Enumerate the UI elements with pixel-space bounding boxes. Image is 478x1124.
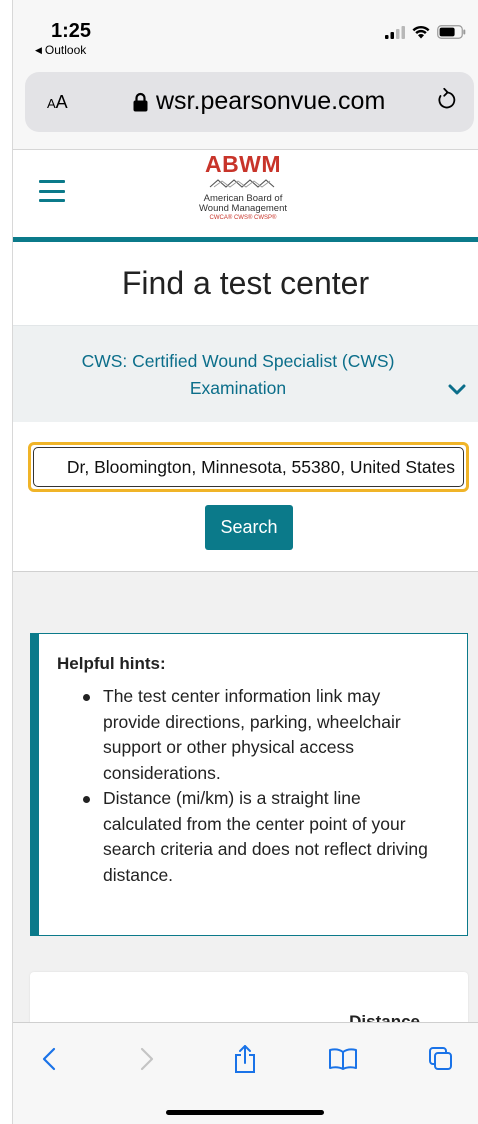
- location-search-input[interactable]: [33, 447, 464, 487]
- url-display[interactable]: wsr.pearsonvue.com: [133, 87, 385, 116]
- share-icon: [235, 1045, 255, 1073]
- chevron-right-icon: [140, 1047, 154, 1071]
- search-area: Search: [13, 422, 478, 572]
- site-header: ABWM American Board of Wound Management …: [13, 150, 478, 242]
- reload-button[interactable]: [436, 86, 456, 115]
- title-area: Find a test center: [13, 247, 478, 325]
- home-indicator: [166, 1110, 324, 1115]
- lock-icon: [133, 92, 148, 111]
- browser-toolbar: [13, 1022, 478, 1124]
- hints-list: The test center information link may pro…: [79, 684, 439, 888]
- browser-address-area: AA wsr.pearsonvue.com: [13, 62, 478, 150]
- hints-title: Helpful hints:: [57, 654, 166, 673]
- bullet-icon: [83, 796, 90, 803]
- search-focus-ring: [28, 442, 469, 492]
- back-button[interactable]: [31, 1041, 67, 1077]
- bookmarks-button[interactable]: [325, 1041, 361, 1077]
- logo-abbr: ABWM: [204, 151, 282, 177]
- reload-icon: [438, 87, 456, 109]
- chevron-down-icon: [448, 384, 466, 395]
- exam-dropdown[interactable]: CWS: Certified Wound Specialist (CWS) Ex…: [13, 325, 478, 422]
- hint-item: The test center information link may pro…: [79, 684, 439, 786]
- address-bar[interactable]: AA wsr.pearsonvue.com: [25, 72, 474, 132]
- forward-button[interactable]: [129, 1041, 165, 1077]
- bullet-icon: [83, 694, 90, 701]
- tabs-icon: [429, 1047, 452, 1070]
- logo-line-2: Wound Management: [198, 203, 288, 214]
- search-button[interactable]: Search: [205, 505, 293, 550]
- status-time: 1:25: [51, 20, 92, 42]
- logo-credentials: CWCA® CWS® CWSP®: [209, 215, 277, 221]
- helpful-hints-box: Helpful hints: The test center informati…: [30, 633, 468, 936]
- back-to-app-link[interactable]: ◀ Outlook: [35, 43, 86, 57]
- back-triangle-icon: ◀: [35, 44, 42, 55]
- exam-selected-label: CWS: Certified Wound Specialist (CWS) Ex…: [81, 351, 395, 398]
- abwm-logo[interactable]: ABWM American Board of Wound Management …: [188, 152, 298, 223]
- logo-wave-icon: [209, 179, 275, 188]
- url-text: wsr.pearsonvue.com: [156, 87, 386, 115]
- menu-icon[interactable]: [39, 180, 65, 202]
- tabs-button[interactable]: [423, 1041, 459, 1077]
- status-icons: [385, 25, 466, 39]
- text-size-button[interactable]: AA: [47, 92, 68, 113]
- wifi-icon: [412, 25, 430, 39]
- battery-icon: [437, 25, 466, 39]
- back-app-label: Outlook: [44, 43, 87, 57]
- chevron-left-icon: [42, 1047, 56, 1071]
- share-button[interactable]: [227, 1041, 263, 1077]
- book-icon: [329, 1048, 357, 1070]
- hint-item: Distance (mi/km) is a straight line calc…: [79, 786, 439, 888]
- signal-icon: [385, 26, 405, 39]
- status-bar: 1:25 ◀ Outlook: [13, 0, 478, 62]
- page-title: Find a test center: [121, 265, 370, 301]
- left-frame-edge: [0, 0, 13, 1124]
